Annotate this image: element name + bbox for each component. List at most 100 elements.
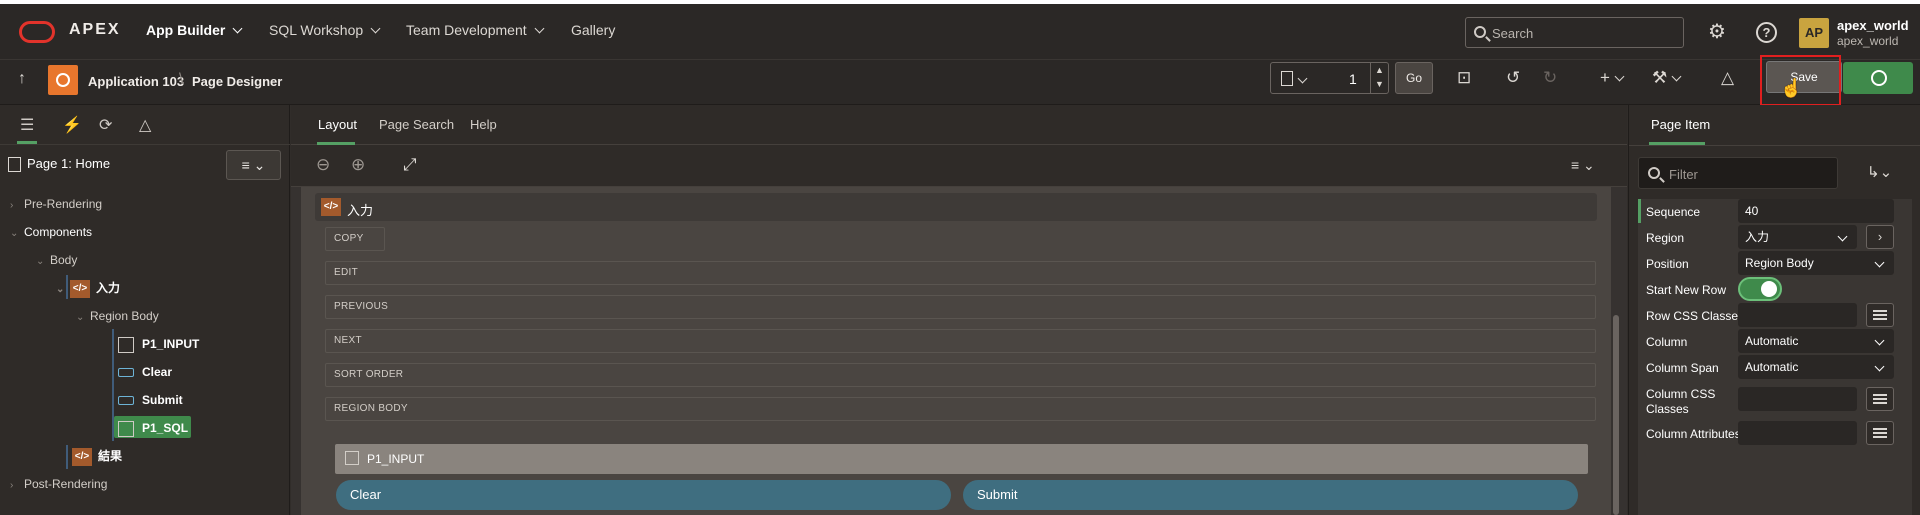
region-input-header[interactable]: </> 入力 (315, 193, 1597, 221)
application-icon[interactable] (48, 65, 78, 95)
tree-node-components[interactable]: ⌄ Components (10, 225, 92, 239)
shared-components-icon[interactable]: △ (1721, 68, 1734, 88)
slot-region-body[interactable]: REGION BODY (325, 397, 1596, 421)
slot-copy[interactable]: COPY (325, 227, 385, 251)
region-select[interactable]: 入力 (1738, 225, 1857, 249)
tree-node-post-rendering[interactable]: › Post-Rendering (10, 477, 107, 491)
run-page-button[interactable] (1843, 62, 1913, 94)
prop-label-sequence: Sequence (1646, 205, 1701, 219)
page-number-stepper[interactable]: ▲ ▼ (1370, 63, 1388, 93)
slot-previous[interactable]: PREVIOUS (325, 295, 1596, 319)
column-attributes-list-button[interactable] (1866, 421, 1894, 445)
prop-label-column-css: Column CSS Classes (1646, 387, 1716, 416)
tree-node-p1-input[interactable]: P1_INPUT (118, 337, 199, 353)
global-search[interactable] (1465, 17, 1684, 48)
shared-components-tab-icon[interactable]: △ (139, 115, 151, 135)
position-select[interactable]: Region Body (1738, 251, 1894, 275)
prop-label-position: Position (1646, 257, 1689, 271)
go-to-region-button[interactable]: › (1866, 225, 1894, 249)
property-filter[interactable] (1638, 157, 1838, 189)
menu-sql-workshop[interactable]: SQL Workshop (269, 22, 381, 38)
start-new-row-toggle[interactable] (1738, 277, 1782, 301)
page-icon (1281, 71, 1293, 86)
arrow-up-icon[interactable]: ↑ (18, 70, 26, 88)
row-css-list-button[interactable] (1866, 303, 1894, 327)
layout-canvas: </> 入力 COPY EDIT PREVIOUS NEXT SORT ORDE… (301, 187, 1611, 515)
row-css-classes-field[interactable] (1738, 303, 1857, 327)
tree-node-body[interactable]: ⌄ Body (36, 253, 77, 267)
text-item-icon (345, 451, 359, 465)
go-to-group-icon[interactable]: ↳⌄ (1867, 163, 1892, 181)
layout-toolbar: ⊖ ⊕ ⤢ ≡ ⌄ (291, 145, 1627, 187)
apex-brand[interactable]: APEX (69, 21, 121, 39)
tab-page-item[interactable]: Page Item (1651, 117, 1710, 132)
user-name[interactable]: apex_world (1837, 18, 1909, 33)
list-icon (1873, 394, 1887, 404)
center-tabs: Layout Page Search Help (291, 105, 1627, 145)
column-css-list-button[interactable] (1866, 387, 1894, 411)
create-menu-icon[interactable]: + (1600, 68, 1625, 88)
slot-next[interactable]: NEXT (325, 329, 1596, 353)
go-button[interactable]: Go (1395, 62, 1433, 94)
slot-sort-order[interactable]: SORT ORDER (325, 363, 1596, 387)
undo-icon[interactable]: ↺ (1506, 68, 1520, 88)
chevron-down-icon[interactable]: ⌄ (36, 256, 50, 267)
page-designer-toolbar: ↑ Application 103 \ Page Designer 1 ▲ ▼ G… (0, 55, 1920, 106)
processing-tab-icon[interactable]: ⟳ (99, 115, 112, 135)
page-number-selector[interactable]: 1 ▲ ▼ (1270, 62, 1389, 94)
page-title[interactable]: Page 1: Home (8, 156, 110, 173)
divider (1629, 145, 1920, 146)
utilities-wrench-icon[interactable]: ⚒ (1652, 68, 1682, 88)
column-css-classes-field[interactable] (1738, 387, 1857, 411)
search-input[interactable] (1492, 23, 1677, 43)
submit-button[interactable]: Submit (963, 480, 1578, 510)
menu-team-development[interactable]: Team Development (406, 22, 545, 38)
column-select[interactable]: Automatic (1738, 329, 1894, 353)
chevron-down-icon[interactable]: ⌄ (76, 312, 90, 323)
tree-node-region-body[interactable]: ⌄ Region Body (76, 309, 159, 323)
column-span-select[interactable]: Automatic (1738, 355, 1894, 379)
menu-app-builder[interactable]: App Builder (146, 22, 243, 38)
redo-icon[interactable]: ↻ (1543, 68, 1557, 88)
tab-layout[interactable]: Layout (318, 117, 357, 132)
slot-edit[interactable]: EDIT (325, 261, 1596, 285)
zoom-in-icon[interactable]: ⊕ (351, 155, 365, 175)
column-attributes-field[interactable] (1738, 421, 1857, 445)
oracle-logo-icon[interactable] (19, 21, 55, 43)
chevron-down-icon (370, 23, 381, 34)
tree-node-clear[interactable]: Clear (118, 365, 172, 379)
menu-gallery[interactable]: Gallery (571, 22, 615, 38)
code-region-icon: </> (321, 198, 341, 216)
chevron-down-icon[interactable]: ⌄ (10, 228, 24, 239)
chevron-down-icon (1874, 257, 1885, 268)
tree-node-region-result[interactable]: </> 結果 (72, 447, 122, 466)
chevron-right-icon[interactable]: › (10, 200, 24, 211)
tree-menu-button[interactable]: ≡ ⌄ (226, 150, 281, 180)
tree-guide-line (66, 275, 68, 299)
unlock-icon[interactable]: ⊡ (1457, 68, 1471, 88)
tab-page-search[interactable]: Page Search (379, 117, 454, 132)
chevron-down-icon[interactable] (1297, 73, 1308, 84)
tree-node-pre-rendering[interactable]: › Pre-Rendering (10, 197, 102, 211)
breadcrumb-application[interactable]: Application 103 (88, 74, 184, 89)
page-number-value[interactable]: 1 (1349, 71, 1357, 87)
filter-input[interactable] (1669, 165, 1829, 183)
tree-node-submit[interactable]: Submit (118, 393, 183, 407)
sequence-field[interactable]: 40 (1738, 199, 1894, 223)
code-region-icon: </> (70, 279, 90, 298)
search-icon (1648, 167, 1660, 179)
admin-user-icon[interactable]: ⚙ (1708, 19, 1726, 44)
item-p1-input[interactable]: P1_INPUT (335, 444, 1588, 474)
tree-node-p1-sql[interactable]: P1_SQL (118, 421, 188, 437)
chevron-right-icon[interactable]: › (10, 480, 24, 491)
zoom-out-icon[interactable]: ⊖ (316, 155, 330, 175)
rendering-tab-icon[interactable]: ☰ (20, 115, 34, 135)
clear-button[interactable]: Clear (336, 480, 951, 510)
dynamic-actions-tab-icon[interactable]: ⚡ (62, 115, 82, 135)
help-icon[interactable]: ? (1756, 22, 1777, 43)
avatar[interactable]: AP (1799, 18, 1829, 48)
layout-menu-icon[interactable]: ≡ ⌄ (1571, 157, 1595, 174)
expand-icon[interactable]: ⤢ (403, 155, 417, 175)
layout-scrollbar[interactable] (1613, 315, 1619, 515)
tab-help[interactable]: Help (470, 117, 497, 132)
